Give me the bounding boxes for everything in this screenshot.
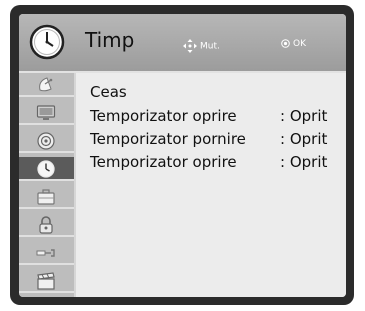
toolbox-icon	[37, 189, 55, 205]
menu-item-label: Temporizator oprire	[90, 153, 237, 171]
padlock-icon	[39, 216, 53, 234]
sidebar-item-channels[interactable]	[19, 73, 74, 97]
sidebar-item-audio[interactable]	[19, 129, 74, 153]
time-menu-list: Ceas Temporizator oprire : Oprit Tempori…	[76, 73, 346, 297]
menu-item-clock[interactable]: Ceas	[90, 83, 127, 101]
menu-item-value: : Oprit	[280, 107, 328, 125]
category-sidebar	[19, 73, 74, 297]
sidebar-item-picture[interactable]	[19, 101, 74, 125]
ok-button-icon	[281, 39, 290, 48]
move-hint: Mut.	[183, 39, 220, 53]
monitor-icon	[36, 105, 56, 120]
speaker-icon	[37, 132, 55, 150]
clapperboard-icon	[37, 272, 55, 290]
menu-panel: Timp Mut. OK Ceas Temporizator oprire: …	[19, 14, 346, 297]
input-plug-icon	[36, 249, 55, 257]
ok-hint-label: OK	[293, 39, 306, 49]
menu-item-label: Temporizator pornire	[90, 130, 246, 148]
satellite-dish-icon	[39, 77, 53, 92]
menu-header: Timp Mut. OK	[19, 14, 346, 73]
menu-item-off-timer-2[interactable]: Temporizator oprire : Oprit	[90, 153, 327, 171]
navigation-arrows-icon	[183, 39, 197, 53]
sidebar-item-lock[interactable]	[19, 213, 74, 237]
sidebar-item-options[interactable]	[19, 185, 74, 209]
menu-item-off-timer[interactable]: Temporizator oprire : Oprit	[90, 107, 327, 125]
move-hint-label: Mut.	[200, 41, 220, 52]
menu-item-value: : Oprit	[280, 130, 328, 148]
sidebar-item-input[interactable]	[19, 241, 74, 265]
ok-hint: OK	[281, 39, 306, 49]
menu-item-value: : Oprit	[280, 153, 328, 171]
clock-icon	[37, 160, 55, 178]
clock-icon	[29, 24, 65, 60]
sidebar-item-media[interactable]	[19, 269, 74, 293]
sidebar-item-time[interactable]	[19, 157, 74, 181]
menu-item-label: Temporizator oprire	[90, 107, 237, 125]
menu-item-on-timer[interactable]: Temporizator pornire : Oprit	[90, 130, 327, 148]
menu-item-label: Ceas	[90, 83, 127, 101]
page-title: Timp	[85, 28, 135, 52]
tv-menu-frame: Timp Mut. OK Ceas Temporizator oprire: …	[10, 5, 354, 305]
